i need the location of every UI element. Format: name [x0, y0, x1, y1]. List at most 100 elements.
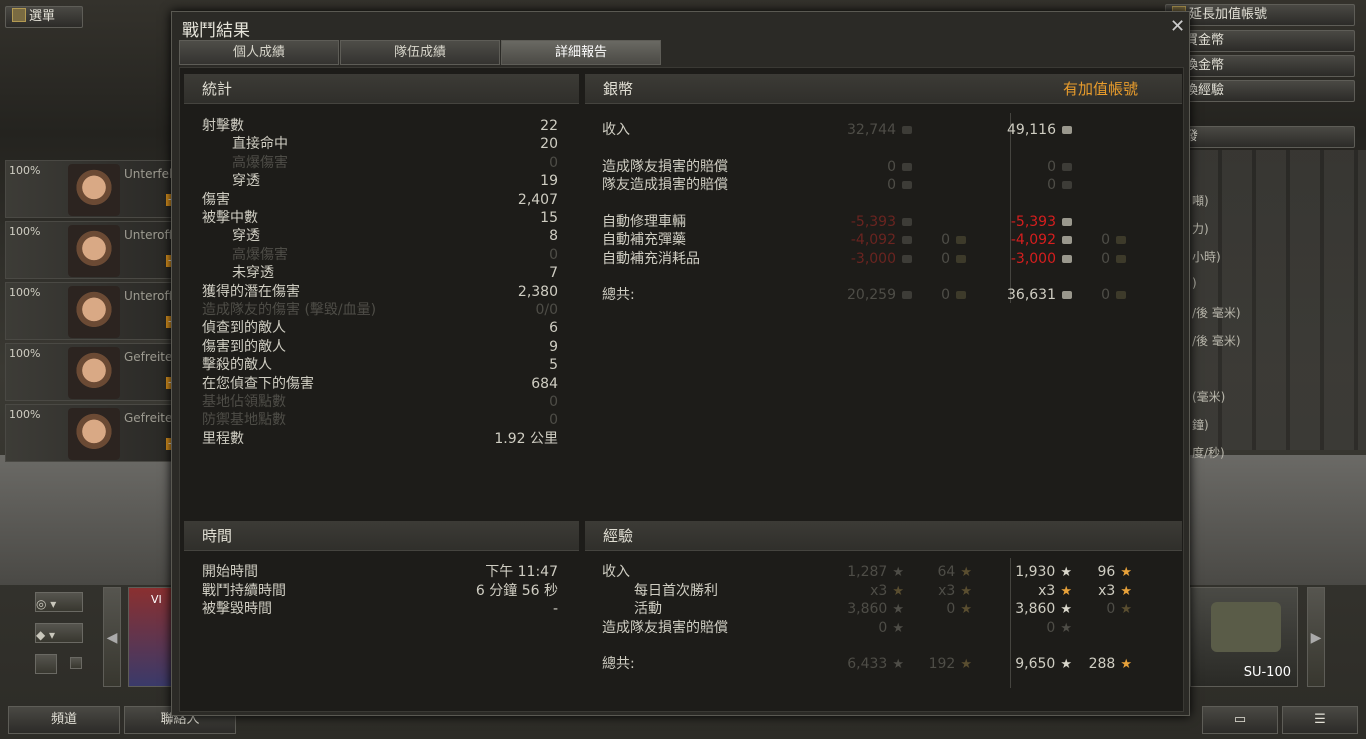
stat-label: 造成隊友的傷害 (擊毀/血量) [202, 302, 377, 318]
gold-base-value: 0 [941, 250, 966, 268]
credits-base-value: 0 [887, 158, 912, 176]
close-icon[interactable]: ✕ [1170, 16, 1185, 37]
stat-value: 0/0 [535, 302, 558, 318]
xp-premium-value: x3 ★ [1038, 582, 1072, 599]
stat-row: 獲得的潛在傷害 2,380 [202, 283, 558, 301]
exchange-gold-button[interactable]: 兌換金幣 [1165, 55, 1355, 77]
stat-label: 高爆傷害 [232, 154, 288, 171]
channels-button[interactable]: 頻道 [8, 706, 120, 734]
credits-row: 收入 32,744 49,116 [602, 121, 1162, 139]
stat-value: 0 [549, 394, 558, 410]
chat-icon[interactable]: ▭ [1202, 706, 1278, 734]
credits-row: 自動補充消耗品 -3,000 0 -3,000 0 [602, 250, 1162, 268]
side-stat: 度/秒) [1192, 446, 1225, 460]
credits-label: 自動補充消耗品 [602, 250, 700, 267]
dialog-title: 戰鬥結果 [182, 21, 250, 41]
tab-detailed[interactable]: 詳細報告 [501, 40, 661, 65]
xp-header: 經驗 [585, 521, 1182, 551]
stat-row: 穿透 19 [202, 172, 558, 190]
globe-dropdown[interactable]: ◎ ▾ [35, 592, 83, 612]
time-value: - [552, 601, 558, 617]
credit-coin-icon [1062, 217, 1072, 226]
stat-value: 1.92 公里 [494, 430, 558, 447]
stat-label: 獲得的潛在傷害 [202, 283, 300, 300]
stat-value: 684 [531, 375, 558, 392]
stat-value: 15 [540, 210, 558, 226]
crew-member[interactable]: 100%Unteroffizier+ [5, 221, 178, 279]
stat-value: 19 [540, 173, 558, 190]
divider [1010, 113, 1011, 303]
free-xp-star-icon: ★ [1120, 583, 1132, 599]
stats-header: 統計 [184, 74, 579, 104]
credits-label: 收入 [602, 122, 630, 138]
xp-base-value: 1,287 ★ [847, 564, 904, 580]
crew-portrait [68, 286, 120, 338]
xp-row: 造成隊友損害的賠償 0 ★ 0 ★ [602, 619, 1162, 637]
xp-label: 總共: [602, 656, 635, 672]
side-stat: /後 毫米) [1192, 334, 1241, 348]
time-row: 戰鬥持續時間 6 分鐘 56 秒 [202, 582, 558, 600]
credit-coin-icon [902, 126, 912, 134]
buy-gold-button[interactable]: 購買金幣 [1165, 30, 1355, 52]
report-content: 統計 銀幣 有加值帳號 時間 經驗 射擊數 22 直接命中 20 高爆傷害 0 穿透 19 傷害 2… [179, 67, 1184, 712]
time-label: 戰鬥持續時間 [202, 582, 286, 599]
carousel-left-arrow[interactable]: ◀ [103, 587, 121, 687]
side-stat: 小時) [1192, 250, 1221, 264]
crew-member[interactable]: 100%Gefreiter+ [5, 343, 178, 401]
xp-premium-value: 3,860 ★ [1015, 601, 1072, 617]
menu-button[interactable]: 選單 [5, 6, 83, 28]
convert-xp-button[interactable]: 轉換經驗 [1165, 80, 1355, 102]
xp-label: 每日首次勝利 [634, 582, 718, 599]
stat-row: 傷害到的敵人 9 [202, 338, 558, 356]
crew-member[interactable]: 100%Unteroffizier+ [5, 282, 178, 340]
tab-team[interactable]: 隊伍成績 [340, 40, 500, 65]
credits-header: 銀幣 有加值帳號 [585, 74, 1182, 104]
free-xp-star-icon: ★ [960, 565, 972, 580]
credits-premium-value: -5,393 [1011, 213, 1072, 231]
stat-value: 9 [549, 338, 558, 355]
stat-value: 7 [549, 265, 558, 282]
notifications-icon[interactable]: ☰ [1282, 706, 1358, 734]
free-xp-star-icon: ★ [960, 657, 972, 672]
credit-coin-icon [902, 291, 912, 299]
xp-premium-value: 9,650 ★ [1015, 656, 1072, 672]
stat-label: 偵查到的敵人 [202, 320, 286, 337]
stat-row: 被擊中數 15 [202, 209, 558, 227]
credit-coin-icon [1062, 291, 1072, 299]
crew-member[interactable]: 100%Gefreiter+ [5, 404, 178, 462]
camo-icon[interactable] [35, 654, 57, 674]
gold-base-value: 0 [941, 231, 966, 249]
research-button[interactable]: 研發 [1165, 126, 1355, 148]
stat-value: 2,407 [517, 191, 558, 208]
side-stat: 噸) [1192, 194, 1209, 208]
stat-value: 22 [540, 118, 558, 134]
extend-premium-button[interactable]: 延長加值帳號 [1165, 4, 1355, 26]
xp-star-icon: ★ [1060, 583, 1072, 599]
gold-premium-value: 0 [1101, 250, 1126, 268]
crew-member[interactable]: 100%Unterfeldwebel+ [5, 160, 178, 218]
time-header: 時間 [184, 521, 579, 551]
tank-type-dropdown[interactable]: ◆ ▾ [35, 623, 83, 643]
credits-base-value: 0 [887, 176, 912, 194]
tab-personal[interactable]: 個人成績 [179, 40, 339, 65]
credits-row: 總共: 20,259 0 36,631 0 [602, 286, 1162, 304]
tank-card-su100[interactable]: SU-100 [1190, 587, 1298, 687]
credit-coin-icon [902, 217, 912, 226]
tank-card-flag[interactable]: VI [128, 587, 173, 687]
xp-star-icon: ★ [892, 657, 904, 672]
hangar-wall [1188, 150, 1366, 450]
xp-premium-value: 0 ★ [1046, 619, 1072, 636]
credit-coin-icon [902, 181, 912, 189]
xp-label: 活動 [634, 601, 662, 617]
filter-checkbox[interactable] [70, 657, 82, 669]
side-stat: ) [1192, 276, 1197, 290]
stat-label: 直接命中 [232, 136, 288, 153]
credits-base-value: -5,393 [851, 213, 912, 231]
stat-value: 0 [549, 154, 558, 171]
stat-row: 在您偵查下的傷害 684 [202, 375, 558, 393]
stat-row: 高爆傷害 0 [202, 246, 558, 264]
credits-premium-value: 0 [1047, 176, 1072, 194]
carousel-right-arrow[interactable]: ▶ [1307, 587, 1325, 687]
free-xp-star-icon: ★ [1120, 602, 1132, 617]
side-stat: 力) [1192, 222, 1209, 236]
